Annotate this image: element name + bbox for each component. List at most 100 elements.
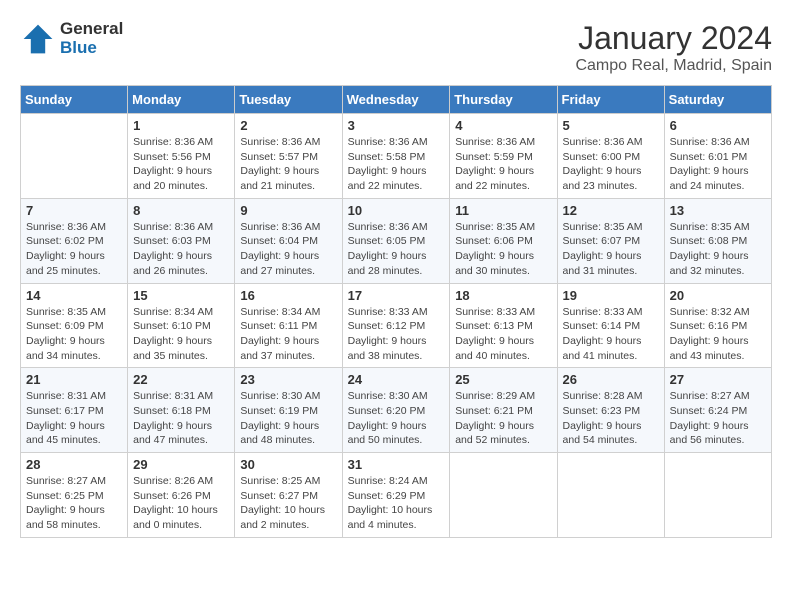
day-number: 9 (240, 203, 336, 218)
day-info: Sunrise: 8:36 AMSunset: 6:03 PMDaylight:… (133, 220, 229, 279)
calendar-cell: 26 Sunrise: 8:28 AMSunset: 6:23 PMDayligh… (557, 368, 664, 453)
calendar-cell: 8 Sunrise: 8:36 AMSunset: 6:03 PMDaylight… (128, 198, 235, 283)
day-info: Sunrise: 8:34 AMSunset: 6:10 PMDaylight:… (133, 305, 229, 364)
day-number: 18 (455, 288, 551, 303)
calendar-cell: 27 Sunrise: 8:27 AMSunset: 6:24 PMDayligh… (664, 368, 771, 453)
month-title: January 2024 (575, 20, 772, 57)
day-info: Sunrise: 8:33 AMSunset: 6:13 PMDaylight:… (455, 305, 551, 364)
day-number: 10 (348, 203, 445, 218)
calendar-cell: 6 Sunrise: 8:36 AMSunset: 6:01 PMDaylight… (664, 114, 771, 199)
calendar-row: 28 Sunrise: 8:27 AMSunset: 6:25 PMDayligh… (21, 453, 772, 538)
calendar-cell: 29 Sunrise: 8:26 AMSunset: 6:26 PMDayligh… (128, 453, 235, 538)
day-number: 5 (563, 118, 659, 133)
day-number: 26 (563, 372, 659, 387)
day-info: Sunrise: 8:36 AMSunset: 6:02 PMDaylight:… (26, 220, 122, 279)
calendar-cell: 20 Sunrise: 8:32 AMSunset: 6:16 PMDayligh… (664, 283, 771, 368)
day-info: Sunrise: 8:27 AMSunset: 6:24 PMDaylight:… (670, 389, 766, 448)
day-info: Sunrise: 8:36 AMSunset: 6:01 PMDaylight:… (670, 135, 766, 194)
day-info: Sunrise: 8:30 AMSunset: 6:19 PMDaylight:… (240, 389, 336, 448)
title-block: January 2024 Campo Real, Madrid, Spain (575, 20, 772, 75)
day-info: Sunrise: 8:36 AMSunset: 6:05 PMDaylight:… (348, 220, 445, 279)
day-number: 13 (670, 203, 766, 218)
calendar-row: 21 Sunrise: 8:31 AMSunset: 6:17 PMDayligh… (21, 368, 772, 453)
calendar-row: 1 Sunrise: 8:36 AMSunset: 5:56 PMDaylight… (21, 114, 772, 199)
day-number: 3 (348, 118, 445, 133)
weekday-header-row: SundayMondayTuesdayWednesdayThursdayFrid… (21, 86, 772, 114)
calendar-cell: 7 Sunrise: 8:36 AMSunset: 6:02 PMDaylight… (21, 198, 128, 283)
calendar-cell: 16 Sunrise: 8:34 AMSunset: 6:11 PMDayligh… (235, 283, 342, 368)
day-info: Sunrise: 8:26 AMSunset: 6:26 PMDaylight:… (133, 474, 229, 533)
calendar-cell: 18 Sunrise: 8:33 AMSunset: 6:13 PMDayligh… (450, 283, 557, 368)
day-info: Sunrise: 8:33 AMSunset: 6:12 PMDaylight:… (348, 305, 445, 364)
weekday-header: Thursday (450, 86, 557, 114)
logo-blue: Blue (60, 38, 97, 57)
day-info: Sunrise: 8:32 AMSunset: 6:16 PMDaylight:… (670, 305, 766, 364)
calendar-cell: 9 Sunrise: 8:36 AMSunset: 6:04 PMDaylight… (235, 198, 342, 283)
calendar-cell: 2Sunrise: 8:36 AMSunset: 5:57 PMDaylight… (235, 114, 342, 199)
calendar-cell: 14Sunrise: 8:35 AMSunset: 6:09 PMDayligh… (21, 283, 128, 368)
day-number: 27 (670, 372, 766, 387)
day-info: Sunrise: 8:35 AMSunset: 6:08 PMDaylight:… (670, 220, 766, 279)
day-number: 12 (563, 203, 659, 218)
calendar-cell: 11 Sunrise: 8:35 AMSunset: 6:06 PMDayligh… (450, 198, 557, 283)
logo-icon (20, 21, 56, 57)
day-number: 8 (133, 203, 229, 218)
calendar-cell: 17 Sunrise: 8:33 AMSunset: 6:12 PMDayligh… (342, 283, 450, 368)
day-number: 22 (133, 372, 229, 387)
calendar-cell: 23 Sunrise: 8:30 AMSunset: 6:19 PMDayligh… (235, 368, 342, 453)
day-number: 23 (240, 372, 336, 387)
day-info: Sunrise: 8:31 AMSunset: 6:18 PMDaylight:… (133, 389, 229, 448)
day-number: 7 (26, 203, 122, 218)
calendar-row: 14Sunrise: 8:35 AMSunset: 6:09 PMDayligh… (21, 283, 772, 368)
day-number: 29 (133, 457, 229, 472)
weekday-header: Monday (128, 86, 235, 114)
weekday-header: Sunday (21, 86, 128, 114)
calendar-cell (557, 453, 664, 538)
day-number: 30 (240, 457, 336, 472)
day-info: Sunrise: 8:36 AMSunset: 5:56 PMDaylight:… (133, 135, 229, 194)
calendar-cell: 22 Sunrise: 8:31 AMSunset: 6:18 PMDayligh… (128, 368, 235, 453)
calendar-cell: 1 Sunrise: 8:36 AMSunset: 5:56 PMDaylight… (128, 114, 235, 199)
day-number: 17 (348, 288, 445, 303)
day-info: Sunrise: 8:36 AMSunset: 6:04 PMDaylight:… (240, 220, 336, 279)
day-number: 1 (133, 118, 229, 133)
day-number: 31 (348, 457, 445, 472)
calendar-cell: 30Sunrise: 8:25 AMSunset: 6:27 PMDayligh… (235, 453, 342, 538)
day-number: 20 (670, 288, 766, 303)
day-number: 14 (26, 288, 122, 303)
calendar-cell (664, 453, 771, 538)
calendar-cell (21, 114, 128, 199)
calendar-cell: 4 Sunrise: 8:36 AMSunset: 5:59 PMDaylight… (450, 114, 557, 199)
day-number: 16 (240, 288, 336, 303)
calendar-cell: 10 Sunrise: 8:36 AMSunset: 6:05 PMDayligh… (342, 198, 450, 283)
day-info: Sunrise: 8:30 AMSunset: 6:20 PMDaylight:… (348, 389, 445, 448)
day-info: Sunrise: 8:28 AMSunset: 6:23 PMDaylight:… (563, 389, 659, 448)
day-number: 21 (26, 372, 122, 387)
day-info: Sunrise: 8:36 AMSunset: 5:59 PMDaylight:… (455, 135, 551, 194)
day-info: Sunrise: 8:24 AMSunset: 6:29 PMDaylight:… (348, 474, 445, 533)
weekday-header: Friday (557, 86, 664, 114)
day-number: 24 (348, 372, 445, 387)
day-number: 6 (670, 118, 766, 133)
weekday-header: Wednesday (342, 86, 450, 114)
day-info: Sunrise: 8:35 AMSunset: 6:06 PMDaylight:… (455, 220, 551, 279)
page-header: General Blue January 2024 Campo Real, Ma… (20, 20, 772, 75)
day-number: 28 (26, 457, 122, 472)
calendar-cell: 19Sunrise: 8:33 AMSunset: 6:14 PMDayligh… (557, 283, 664, 368)
day-info: Sunrise: 8:34 AMSunset: 6:11 PMDaylight:… (240, 305, 336, 364)
day-info: Sunrise: 8:27 AMSunset: 6:25 PMDaylight:… (26, 474, 122, 533)
day-number: 4 (455, 118, 551, 133)
day-number: 11 (455, 203, 551, 218)
day-number: 15 (133, 288, 229, 303)
calendar-cell: 24 Sunrise: 8:30 AMSunset: 6:20 PMDayligh… (342, 368, 450, 453)
logo: General Blue (20, 20, 123, 57)
calendar-cell: 3 Sunrise: 8:36 AMSunset: 5:58 PMDaylight… (342, 114, 450, 199)
logo-general: General (60, 19, 123, 38)
day-info: Sunrise: 8:31 AMSunset: 6:17 PMDaylight:… (26, 389, 122, 448)
day-number: 25 (455, 372, 551, 387)
calendar-row: 7 Sunrise: 8:36 AMSunset: 6:02 PMDaylight… (21, 198, 772, 283)
day-info: Sunrise: 8:36 AMSunset: 5:58 PMDaylight:… (348, 135, 445, 194)
day-info: Sunrise: 8:29 AMSunset: 6:21 PMDaylight:… (455, 389, 551, 448)
logo-text: General Blue (60, 20, 123, 57)
day-info: Sunrise: 8:36 AMSunset: 6:00 PMDaylight:… (563, 135, 659, 194)
